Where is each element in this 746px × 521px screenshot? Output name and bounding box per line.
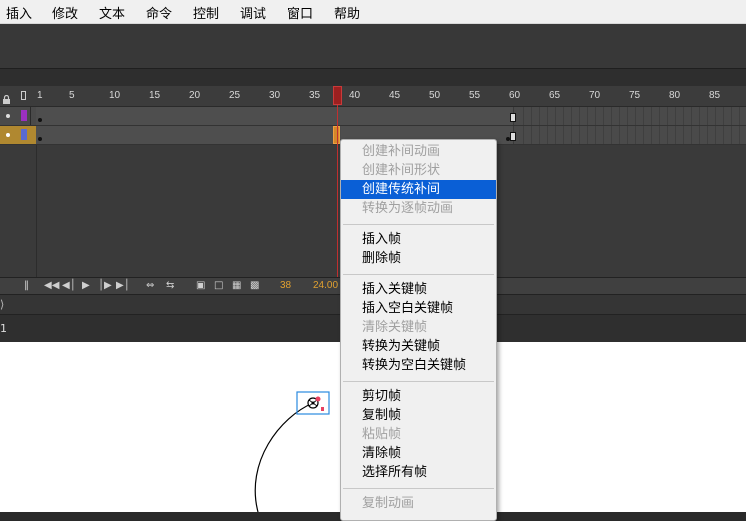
ruler-label: 30 bbox=[269, 90, 281, 101]
menu-window[interactable]: 窗口 bbox=[287, 3, 313, 22]
menu-separator bbox=[343, 488, 494, 489]
ruler-label: 65 bbox=[549, 90, 561, 101]
menu-convert-to-keyframe[interactable]: 转换为关键帧 bbox=[341, 337, 496, 356]
ruler-label: 1 bbox=[37, 90, 43, 101]
ruler-label: 85 bbox=[709, 90, 721, 101]
timeline-ruler[interactable]: 1 5 10 15 20 25 30 35 40 45 50 55 60 65 … bbox=[0, 86, 746, 107]
menu-control[interactable]: 控制 bbox=[193, 3, 219, 22]
edit-multiple-icon[interactable]: ▦ bbox=[232, 280, 241, 291]
menu-clear-frames[interactable]: 清除帧 bbox=[341, 444, 496, 463]
ruler-label: 70 bbox=[589, 90, 601, 101]
menu-insert-keyframe[interactable]: 插入关键帧 bbox=[341, 280, 496, 299]
first-frame-icon[interactable]: ◀◀ bbox=[44, 280, 59, 291]
current-frame: 38 bbox=[280, 280, 292, 291]
onion-skin-icon[interactable]: ▣ bbox=[196, 280, 205, 291]
keyframe-dot[interactable] bbox=[38, 137, 42, 141]
menu-text[interactable]: 文本 bbox=[99, 3, 125, 22]
menu-separator bbox=[343, 274, 494, 275]
layer-row[interactable] bbox=[0, 107, 746, 126]
empty-frames[interactable] bbox=[516, 126, 746, 144]
layer-divider-line bbox=[36, 145, 37, 277]
playhead-line bbox=[337, 105, 338, 277]
scroll-to-playhead-icon[interactable]: ‖ bbox=[24, 280, 29, 291]
panel-band bbox=[0, 68, 746, 87]
loop-icon[interactable]: ⇔ bbox=[146, 280, 154, 291]
toolbar-area bbox=[0, 24, 746, 68]
ruler-label: 75 bbox=[629, 90, 641, 101]
menu-create-classic-tween[interactable]: 创建传统补间 bbox=[341, 180, 496, 199]
ruler-label: 40 bbox=[349, 90, 361, 101]
menu-convert-to-blank-keyframe[interactable]: 转换为空白关键帧 bbox=[341, 356, 496, 375]
panel-menu-icon[interactable]: ⟩ bbox=[0, 298, 4, 311]
visibility-dot[interactable] bbox=[6, 114, 10, 118]
ruler-label: 55 bbox=[469, 90, 481, 101]
ruler-label: 45 bbox=[389, 90, 401, 101]
menu-debug[interactable]: 调试 bbox=[240, 3, 266, 22]
menu-insert-blank-keyframe[interactable]: 插入空白关键帧 bbox=[341, 299, 496, 318]
frame-span[interactable] bbox=[36, 107, 514, 125]
menu-separator bbox=[343, 381, 494, 382]
frame-rate: 24.00 bbox=[313, 280, 339, 291]
menu-bar: 插入 修改 文本 命令 控制 调试 窗口 帮助 bbox=[0, 0, 746, 24]
outline-icon[interactable] bbox=[21, 91, 26, 100]
menu-modify[interactable]: 修改 bbox=[52, 3, 78, 22]
ruler-label: 20 bbox=[189, 90, 201, 101]
menu-separator bbox=[343, 224, 494, 225]
play-icon[interactable]: ▶ bbox=[82, 280, 90, 291]
keyframe-dot[interactable] bbox=[38, 118, 42, 122]
ruler-label: 5 bbox=[69, 90, 75, 101]
ruler-label: 15 bbox=[149, 90, 161, 101]
ruler-label: 10 bbox=[109, 90, 121, 101]
menu-clear-keyframe[interactable]: 清除关键帧 bbox=[341, 318, 496, 337]
center-frame-icon[interactable]: ⇆ bbox=[166, 280, 174, 291]
divider bbox=[30, 107, 31, 125]
modify-markers-icon[interactable]: ▩ bbox=[250, 280, 259, 291]
lock-icon[interactable] bbox=[2, 90, 10, 104]
frame-span[interactable] bbox=[36, 126, 334, 144]
step-forward-icon[interactable]: │▶ bbox=[98, 280, 112, 291]
step-back-icon[interactable]: ◀│ bbox=[62, 280, 76, 291]
visibility-dot[interactable] bbox=[6, 133, 10, 137]
menu-delete-frame[interactable]: 删除帧 bbox=[341, 249, 496, 268]
layer-color-swatch[interactable] bbox=[21, 129, 27, 140]
layer-color-swatch[interactable] bbox=[21, 110, 27, 121]
ruler-label: 50 bbox=[429, 90, 441, 101]
menu-insert[interactable]: 插入 bbox=[6, 3, 32, 22]
menu-create-shape-tween[interactable]: 创建补间形状 bbox=[341, 161, 496, 180]
menu-select-all-frames[interactable]: 选择所有帧 bbox=[341, 463, 496, 482]
menu-copy-frames[interactable]: 复制帧 bbox=[341, 406, 496, 425]
ruler-label: 35 bbox=[309, 90, 321, 101]
context-menu: 创建补间动画 创建补间形状 创建传统补间 转换为逐帧动画 插入帧 删除帧 插入关… bbox=[340, 139, 497, 521]
ruler-label: 25 bbox=[229, 90, 241, 101]
menu-create-motion-tween[interactable]: 创建补间动画 bbox=[341, 142, 496, 161]
onion-outline-icon[interactable]: □ bbox=[214, 280, 223, 291]
scene-label[interactable]: 1 bbox=[0, 322, 7, 335]
empty-frames[interactable] bbox=[516, 107, 746, 125]
ruler-label: 60 bbox=[509, 90, 521, 101]
menu-insert-frame[interactable]: 插入帧 bbox=[341, 230, 496, 249]
menu-copy-motion[interactable]: 复制动画 bbox=[341, 494, 496, 513]
last-frame-icon[interactable]: ▶│ bbox=[116, 280, 130, 291]
menu-help[interactable]: 帮助 bbox=[334, 3, 360, 22]
ruler-label: 80 bbox=[669, 90, 681, 101]
menu-convert-to-frame-by-frame[interactable]: 转换为逐帧动画 bbox=[341, 199, 496, 218]
menu-paste-frames[interactable]: 粘贴帧 bbox=[341, 425, 496, 444]
playhead-handle[interactable] bbox=[333, 86, 342, 105]
menu-commands[interactable]: 命令 bbox=[146, 3, 172, 22]
menu-cut-frames[interactable]: 剪切帧 bbox=[341, 387, 496, 406]
